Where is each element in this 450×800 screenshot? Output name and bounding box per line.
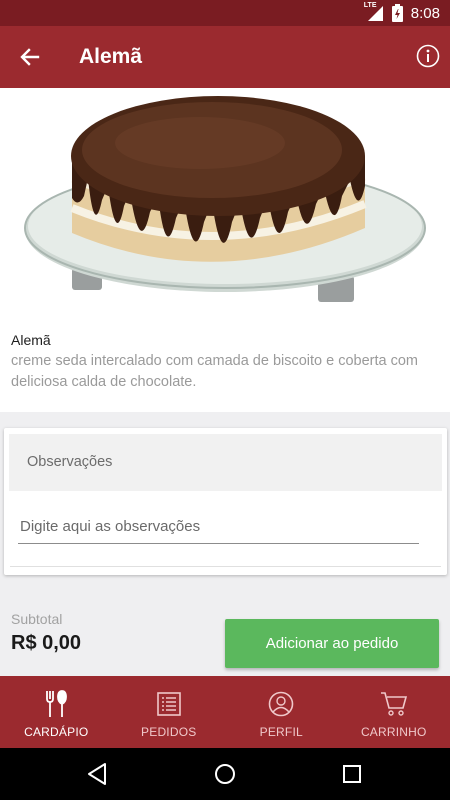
bottom-nav: CARDÁPIO PEDIDOS PERFIL CARRINHO	[0, 676, 450, 748]
system-nav-bar	[0, 748, 450, 800]
subtotal-value: R$ 0,00	[11, 632, 82, 654]
status-time: 8:08	[410, 4, 440, 22]
product-info: Alemã creme seda intercalado com camada …	[0, 320, 450, 412]
info-button[interactable]	[416, 44, 440, 68]
recents-square-icon	[343, 765, 361, 783]
divider	[10, 566, 441, 567]
info-icon	[416, 44, 440, 68]
nav-label-perfil: PERFIL	[259, 725, 303, 739]
status-bar: LTE 8:08	[0, 0, 450, 26]
battery-icon	[391, 4, 403, 22]
status-icons: LTE 8:08	[363, 2, 440, 23]
observations-title: Observações	[27, 454, 113, 470]
add-to-order-button[interactable]: Adicionar ao pedido	[225, 619, 439, 668]
profile-icon	[267, 690, 295, 718]
chocolate-cake-image	[24, 96, 426, 302]
back-button[interactable]	[14, 42, 46, 72]
page-title: Alemã	[79, 45, 143, 68]
observations-header: Observações	[9, 434, 442, 491]
subtotal-label: Subtotal	[11, 611, 63, 627]
list-icon	[155, 690, 183, 718]
system-home-button[interactable]	[212, 761, 238, 787]
product-description: creme seda intercalado com camada de bis…	[11, 353, 419, 390]
system-recents-button[interactable]	[339, 761, 365, 787]
nav-label-pedidos: PEDIDOS	[141, 725, 197, 739]
nav-item-perfil[interactable]: PERFIL	[225, 676, 338, 748]
arrow-back-icon	[20, 48, 40, 66]
home-circle-icon	[215, 764, 235, 784]
nav-label-cardapio: CARDÁPIO	[24, 725, 89, 739]
product-name: Alemã	[11, 332, 51, 348]
nav-item-cardapio[interactable]: CARDÁPIO	[0, 676, 113, 748]
signal-icon: LTE	[363, 2, 384, 22]
cutlery-icon	[42, 690, 70, 718]
observations-card: Observações	[4, 428, 447, 575]
nav-label-carrinho: CARRINHO	[360, 725, 427, 739]
network-type-label: LTE	[363, 2, 377, 9]
product-image-area	[0, 88, 450, 320]
system-back-button[interactable]	[85, 761, 111, 787]
cart-icon	[380, 690, 408, 718]
nav-item-carrinho[interactable]: CARRINHO	[338, 676, 450, 748]
observations-input[interactable]	[18, 514, 419, 544]
nav-item-pedidos[interactable]: PEDIDOS	[113, 676, 226, 748]
app-bar: Alemã	[0, 26, 450, 88]
back-triangle-icon	[88, 763, 106, 785]
